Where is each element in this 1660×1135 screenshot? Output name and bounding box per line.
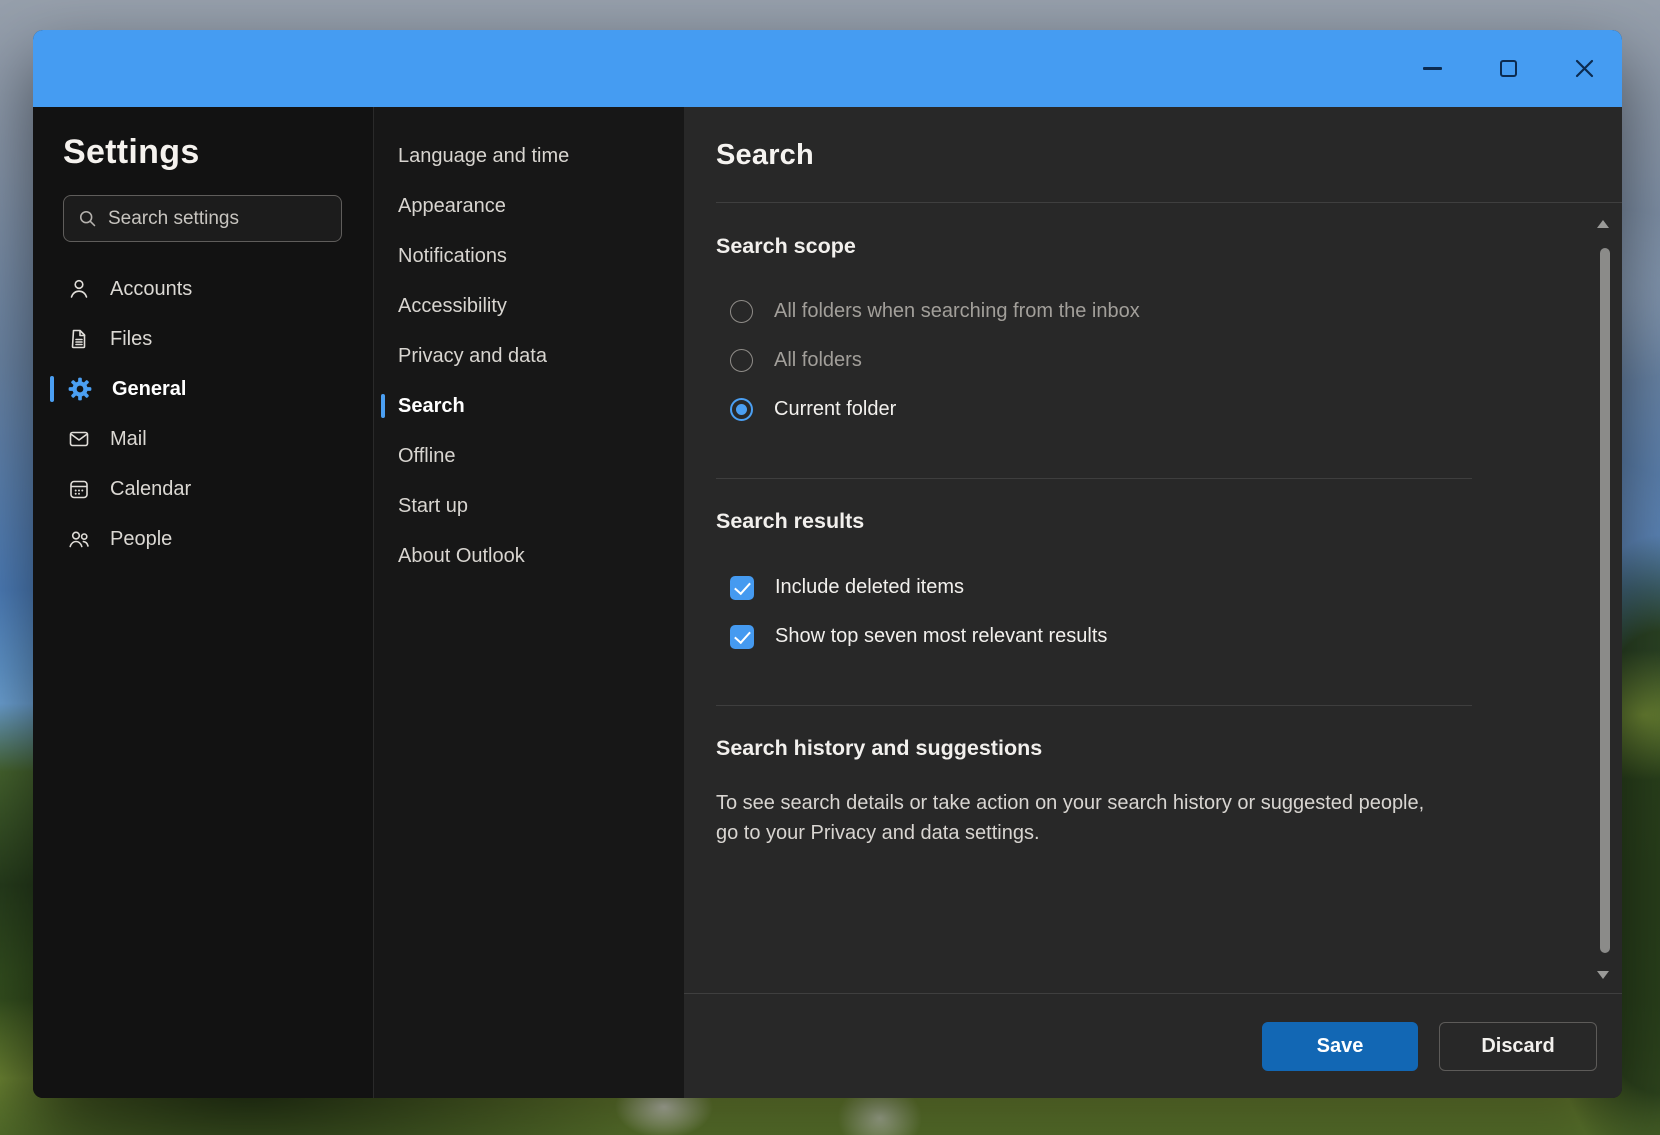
section-heading-search-results: Search results — [716, 508, 1622, 534]
radio-label: All folders — [774, 349, 862, 372]
checkbox-checked-icon — [730, 576, 754, 600]
section-heading-search-scope: Search scope — [716, 233, 1622, 259]
subnav-item-label: Accessibility — [398, 295, 507, 318]
panel-header: Search — [684, 107, 1622, 203]
sidebar-item-people[interactable]: People — [33, 514, 373, 564]
minimize-button[interactable] — [1394, 30, 1470, 107]
checkbox-label: Include deleted items — [775, 576, 964, 599]
section-divider — [716, 478, 1472, 479]
document-icon — [67, 327, 91, 351]
checkbox-checked-icon — [730, 625, 754, 649]
panel-footer: Save Discard — [684, 993, 1622, 1098]
save-button[interactable]: Save — [1262, 1022, 1418, 1071]
subnav-item-accessibility[interactable]: Accessibility — [374, 281, 684, 331]
section-heading-search-history: Search history and suggestions — [716, 735, 1622, 761]
sidebar-nav: Accounts Files — [33, 264, 373, 564]
sidebar-item-label: Calendar — [110, 478, 191, 501]
subnav-item-notifications[interactable]: Notifications — [374, 231, 684, 281]
page-title: Search — [716, 139, 814, 172]
subnav-item-label: About Outlook — [398, 545, 525, 568]
checkbox-include-deleted-items[interactable]: Include deleted items — [716, 563, 1622, 612]
subnav-item-start-up[interactable]: Start up — [374, 481, 684, 531]
panel-scroll-area: Search scope All folders when searching … — [684, 203, 1622, 993]
sidebar-item-label: Files — [110, 328, 152, 351]
subnav-item-privacy-and-data[interactable]: Privacy and data — [374, 331, 684, 381]
selection-accent-bar — [50, 376, 54, 402]
settings-window: Settings Accounts Files — [33, 30, 1622, 1098]
subnav-item-label: Start up — [398, 495, 468, 518]
subnav-item-about-outlook[interactable]: About Outlook — [374, 531, 684, 581]
sidebar-item-general[interactable]: General — [33, 364, 373, 414]
calendar-icon — [67, 477, 91, 501]
sidebar-item-label: Mail — [110, 428, 147, 451]
mail-icon — [67, 427, 91, 451]
sidebar-item-calendar[interactable]: Calendar — [33, 464, 373, 514]
people-icon — [67, 527, 91, 551]
search-settings-panel: Search Search scope All folders when sea… — [684, 107, 1622, 1098]
general-subnav: Language and time Appearance Notificatio… — [373, 107, 684, 1098]
subnav-item-label: Search — [398, 395, 465, 418]
gear-icon — [67, 376, 93, 402]
radio-label: Current folder — [774, 398, 896, 421]
search-input[interactable] — [108, 208, 328, 230]
radio-all-folders[interactable]: All folders — [716, 336, 1622, 385]
minimize-icon — [1423, 67, 1442, 70]
scrollbar-down-arrow-icon[interactable] — [1597, 971, 1609, 979]
subnav-item-search[interactable]: Search — [374, 381, 684, 431]
subnav-item-appearance[interactable]: Appearance — [374, 181, 684, 231]
close-button[interactable] — [1546, 30, 1622, 107]
person-icon — [67, 277, 91, 301]
settings-sidebar: Settings Accounts Files — [33, 107, 373, 1098]
settings-search-box[interactable] — [63, 195, 342, 242]
sidebar-item-label: People — [110, 528, 172, 551]
checkbox-label: Show top seven most relevant results — [775, 625, 1107, 648]
scrollbar-up-arrow-icon[interactable] — [1597, 220, 1609, 228]
subnav-item-offline[interactable]: Offline — [374, 431, 684, 481]
discard-button[interactable]: Discard — [1439, 1022, 1597, 1071]
maximize-icon — [1500, 60, 1517, 77]
window-controls — [1394, 30, 1622, 107]
search-scope-radio-group: All folders when searching from the inbo… — [716, 287, 1622, 434]
scrollbar-thumb[interactable] — [1600, 248, 1610, 953]
close-icon — [1575, 59, 1594, 78]
subnav-item-label: Privacy and data — [398, 345, 547, 368]
checkbox-show-top-seven[interactable]: Show top seven most relevant results — [716, 612, 1622, 661]
search-results-checkbox-group: Include deleted items Show top seven mos… — [716, 563, 1622, 661]
sidebar-item-label: Accounts — [110, 278, 192, 301]
radio-icon — [730, 349, 753, 372]
radio-label: All folders when searching from the inbo… — [774, 300, 1140, 323]
subnav-item-label: Appearance — [398, 195, 506, 218]
search-history-description: To see search details or take action on … — [716, 789, 1436, 848]
sidebar-item-mail[interactable]: Mail — [33, 414, 373, 464]
radio-icon-selected — [730, 398, 753, 421]
subnav-item-language-and-time[interactable]: Language and time — [374, 131, 684, 181]
radio-icon — [730, 300, 753, 323]
titlebar[interactable] — [33, 30, 1622, 107]
section-divider — [716, 705, 1472, 706]
subnav-item-label: Offline — [398, 445, 455, 468]
sidebar-item-accounts[interactable]: Accounts — [33, 264, 373, 314]
subnav-item-label: Language and time — [398, 145, 569, 168]
subnav-item-label: Notifications — [398, 245, 507, 268]
sidebar-item-label: General — [112, 378, 186, 401]
sidebar-item-files[interactable]: Files — [33, 314, 373, 364]
radio-current-folder[interactable]: Current folder — [716, 385, 1622, 434]
maximize-button[interactable] — [1470, 30, 1546, 107]
search-icon — [77, 208, 98, 229]
radio-all-folders-inbox[interactable]: All folders when searching from the inbo… — [716, 287, 1622, 336]
settings-title: Settings — [63, 131, 373, 173]
window-body: Settings Accounts Files — [33, 107, 1622, 1098]
